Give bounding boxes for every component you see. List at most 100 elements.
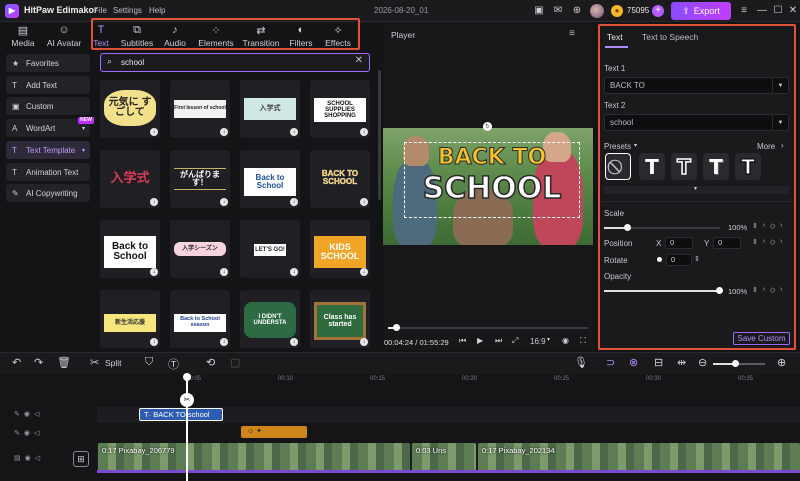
- download-icon[interactable]: ↓: [360, 268, 368, 276]
- sticker-track-controls[interactable]: ✎◉◁: [14, 429, 43, 437]
- sidebar-item-animation-text[interactable]: T Animation Text: [6, 163, 90, 181]
- stepper-icon[interactable]: ⇕: [752, 222, 758, 230]
- template-tile[interactable]: LET'S GO! ↓: [240, 220, 300, 278]
- mail-icon[interactable]: ✉: [551, 4, 565, 18]
- playhead-handle[interactable]: [183, 373, 191, 381]
- download-icon[interactable]: ↓: [150, 128, 158, 136]
- rotate-dial-icon[interactable]: [657, 257, 662, 262]
- text-overlay[interactable]: BACK TO SCHOOL: [404, 142, 580, 218]
- maximize-icon[interactable]: ☐: [771, 4, 785, 18]
- next-keyframe-icon[interactable]: ›: [780, 286, 782, 293]
- rotate-handle[interactable]: ↻: [483, 122, 492, 131]
- chevron-right-icon[interactable]: ›: [781, 142, 784, 150]
- menu-file[interactable]: File: [94, 6, 107, 15]
- template-tile[interactable]: I DIDN'T UNDERSTA ↓: [240, 290, 300, 348]
- tab-media[interactable]: ▤ Media: [6, 24, 40, 48]
- keyframe-icon[interactable]: ◇: [770, 286, 775, 294]
- search-input[interactable]: [121, 56, 341, 69]
- user-avatar[interactable]: [590, 4, 604, 18]
- rotate-field[interactable]: 0: [666, 254, 692, 266]
- sidebar-item-favorites[interactable]: ★ Favorites: [6, 54, 90, 72]
- text1-input[interactable]: BACK TO: [604, 77, 774, 94]
- template-tile[interactable]: Back to School season ↓: [170, 290, 230, 348]
- template-tile[interactable]: 入学式 ↓: [240, 80, 300, 138]
- link-icon[interactable]: ⊗: [629, 356, 638, 369]
- add-media-icon[interactable]: ⊞: [73, 451, 89, 467]
- template-tile[interactable]: 元気に すごして ↓: [100, 80, 160, 138]
- preset-outline[interactable]: T: [671, 153, 697, 180]
- template-tile[interactable]: がんばります！ ↓: [170, 150, 230, 208]
- opacity-slider-knob[interactable]: [716, 287, 723, 294]
- split-label[interactable]: Split: [105, 358, 122, 368]
- sidebar-item-custom[interactable]: ▣ Custom: [6, 97, 90, 115]
- zoom-out-icon[interactable]: ⊖: [698, 356, 707, 369]
- text-tool-icon[interactable]: Ⓣ: [168, 356, 179, 372]
- prev-keyframe-icon[interactable]: ‹: [763, 286, 765, 293]
- zoom-slider-knob[interactable]: [732, 360, 739, 367]
- scissors-icon[interactable]: ✂: [180, 393, 194, 407]
- close-icon[interactable]: ✕: [786, 4, 800, 18]
- download-icon[interactable]: ↓: [290, 338, 298, 346]
- pos-y-field[interactable]: 0: [713, 237, 741, 249]
- video-clip[interactable]: 0:03 Uns: [412, 443, 476, 471]
- aspect-ratio[interactable]: 16:9: [530, 337, 546, 346]
- crop-icon[interactable]: ⛶: [580, 337, 586, 345]
- menu-help[interactable]: Help: [149, 6, 165, 15]
- chevron-down-icon[interactable]: ▾: [547, 337, 550, 343]
- template-scrollbar[interactable]: [378, 70, 381, 200]
- template-tile[interactable]: First lesson of school ↓: [170, 80, 230, 138]
- menu-settings[interactable]: Settings: [113, 6, 142, 15]
- next-keyframe-icon[interactable]: ›: [780, 222, 782, 229]
- save-custom-button[interactable]: Save Custom: [733, 332, 790, 345]
- keyframe-icon[interactable]: ◇: [770, 238, 775, 246]
- template-tile[interactable]: Back to School ↓: [100, 220, 160, 278]
- download-icon[interactable]: ↓: [290, 268, 298, 276]
- tab-text-to-speech[interactable]: Text to Speech: [642, 32, 698, 42]
- download-icon[interactable]: ↓: [220, 128, 228, 136]
- hamburger-icon[interactable]: ≡: [737, 4, 751, 18]
- zoom-in-icon[interactable]: ⊕: [777, 356, 786, 369]
- download-icon[interactable]: ↓: [360, 338, 368, 346]
- next-keyframe-icon[interactable]: ›: [780, 238, 782, 245]
- add-coins-button[interactable]: +: [652, 5, 664, 17]
- microphone-icon[interactable]: 🎙: [574, 356, 588, 369]
- template-tile[interactable]: 新生活応援 ↓: [100, 290, 160, 348]
- split-icon[interactable]: ✂: [90, 356, 99, 369]
- prev-keyframe-icon[interactable]: ‹: [763, 238, 765, 245]
- next-frame-icon[interactable]: ⏭: [495, 337, 502, 345]
- timeline-ruler[interactable]: 00:05 00:10 00:15 00:20 00:25 00:30 00:3…: [97, 374, 800, 386]
- magnet-icon[interactable]: ⊃: [606, 356, 615, 369]
- download-icon[interactable]: ↓: [220, 268, 228, 276]
- download-icon[interactable]: ↓: [360, 198, 368, 206]
- preset-none[interactable]: ⃠: [605, 153, 631, 180]
- delete-icon[interactable]: 🗑: [57, 356, 71, 369]
- video-clip[interactable]: 0:17 Pixabay_202134: [478, 443, 800, 471]
- tab-text-properties[interactable]: Text: [607, 32, 623, 42]
- sidebar-item-add-text[interactable]: T Add Text: [6, 76, 90, 94]
- download-icon[interactable]: ↓: [150, 198, 158, 206]
- sidebar-item-text-template[interactable]: T Text Template ▾: [6, 141, 90, 159]
- fullscreen-expand-icon[interactable]: ⤢: [512, 337, 518, 345]
- template-tile[interactable]: SCHOOL SUPPLIES SHOPPING ↓: [310, 80, 370, 138]
- playhead[interactable]: [186, 376, 188, 481]
- preset-stroke[interactable]: T: [735, 153, 761, 180]
- text-track-controls[interactable]: ✎◉◁: [14, 410, 43, 418]
- clear-icon[interactable]: ✕: [355, 56, 363, 66]
- tab-ai-avatar[interactable]: ☺ AI Avatar: [43, 24, 85, 48]
- chevron-down-icon[interactable]: ▾: [634, 143, 637, 149]
- preset-plain[interactable]: T: [639, 153, 665, 180]
- template-tile[interactable]: Class has started ↓: [310, 290, 370, 348]
- camera-icon[interactable]: ◉: [562, 337, 569, 345]
- download-icon[interactable]: ↓: [360, 128, 368, 136]
- template-tile[interactable]: 入学シーズン ↓: [170, 220, 230, 278]
- sidebar-item-ai-copywriting[interactable]: ✎ AI Copywriting: [6, 184, 90, 202]
- download-icon[interactable]: ↓: [150, 268, 158, 276]
- download-icon[interactable]: ↓: [290, 128, 298, 136]
- prev-frame-icon[interactable]: ⏮: [459, 337, 466, 345]
- export-button[interactable]: ⇪ Export: [671, 2, 731, 20]
- layout-icon[interactable]: ▣: [532, 4, 546, 18]
- replay-icon[interactable]: ⟲: [206, 356, 215, 369]
- sticker-clip[interactable]: ☺ ✦: [241, 426, 307, 438]
- download-icon[interactable]: ↓: [150, 338, 158, 346]
- video-clip[interactable]: 0:17 Pixabay_206779: [98, 443, 410, 471]
